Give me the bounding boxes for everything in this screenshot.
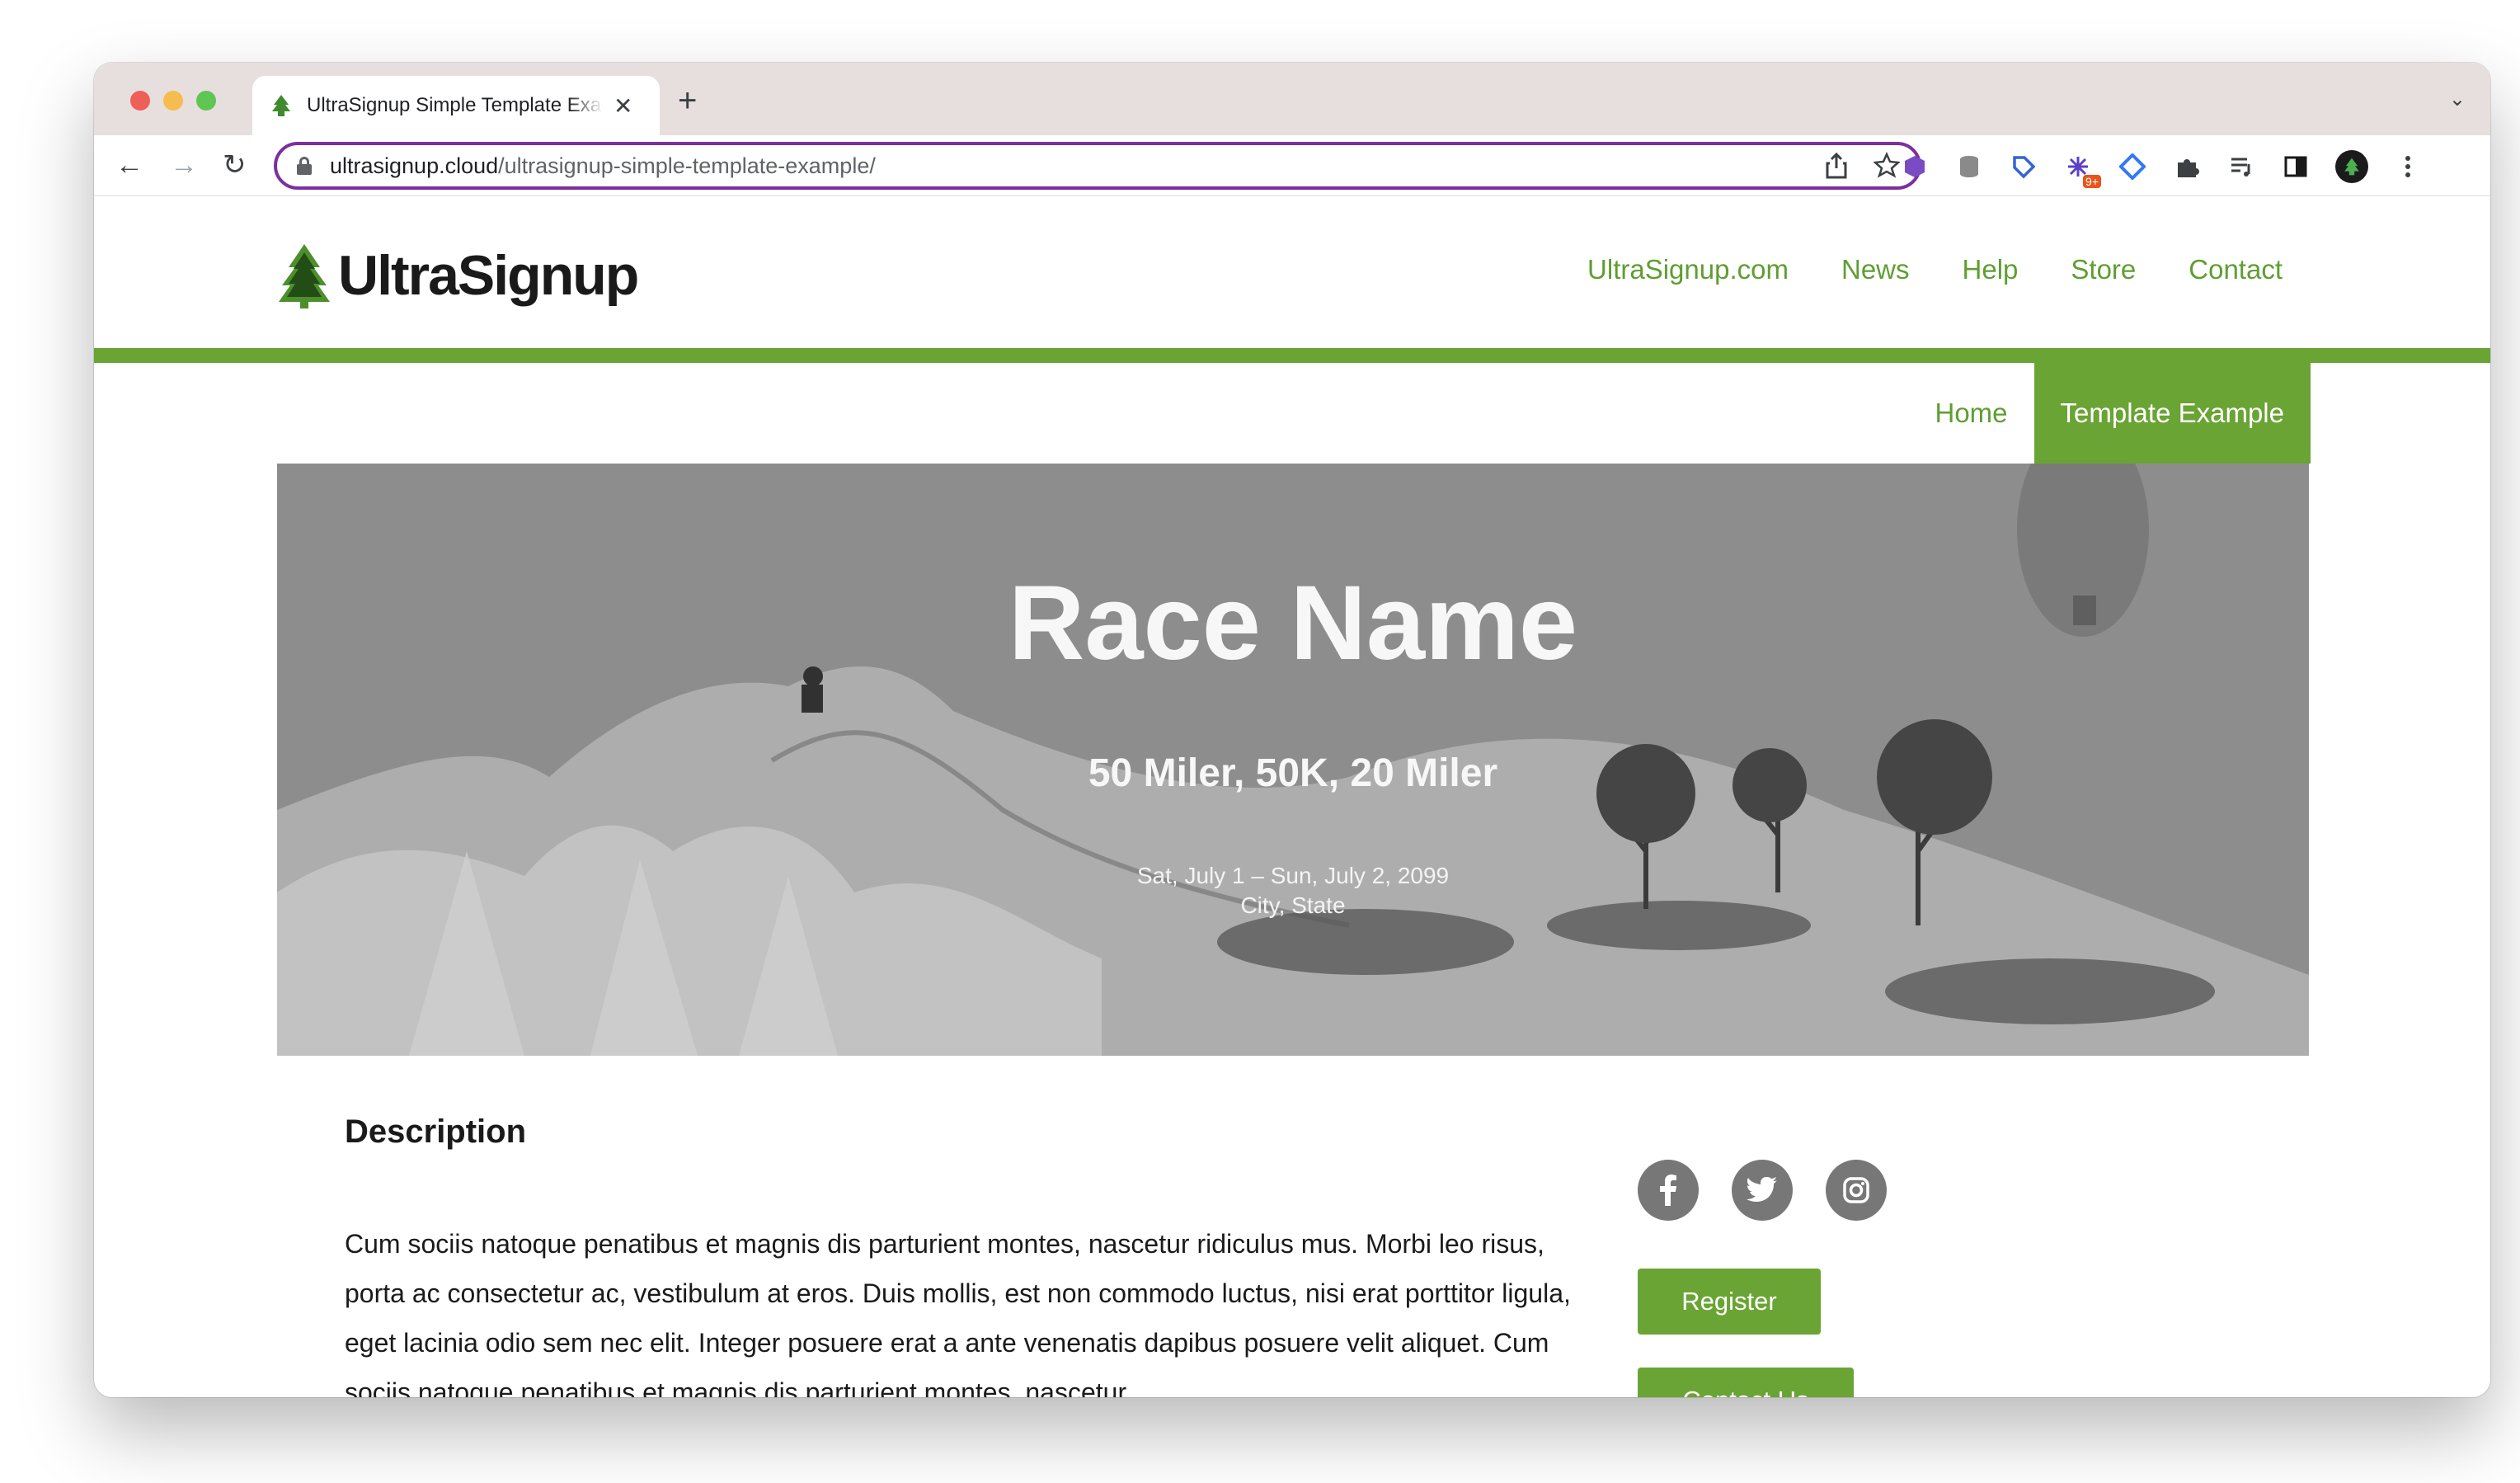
register-button[interactable]: Register <box>1638 1269 1821 1335</box>
twitter-icon[interactable] <box>1732 1160 1793 1221</box>
new-tab-button[interactable]: + <box>678 84 697 117</box>
extensions-row: 9+ <box>1900 150 2423 188</box>
race-name-title: Race Name <box>1008 564 1578 682</box>
puzzle-extensions-icon[interactable] <box>2172 152 2202 181</box>
extension-badge: 9+ <box>2083 175 2101 188</box>
race-dates: Sat, July 1 – Sun, July 2, 2099 <box>1136 863 1450 888</box>
tab-search-icon[interactable]: ⌄ <box>2449 87 2466 111</box>
hero-banner: Race Name 50 Miler, 50K, 20 Miler Sat, J… <box>277 464 2309 1056</box>
cube-extension-icon[interactable] <box>1900 152 1930 181</box>
tree-logo-icon <box>279 244 330 308</box>
close-tab-icon[interactable]: ✕ <box>614 92 632 120</box>
tag-extension-icon[interactable] <box>2009 152 2038 181</box>
reload-button[interactable]: ↻ <box>223 148 247 181</box>
header-divider-bar <box>94 348 2490 363</box>
diamond-extension-icon[interactable] <box>2118 152 2147 181</box>
database-extension-icon[interactable] <box>1954 152 1984 181</box>
nav-store-link[interactable]: Store <box>2071 254 2136 285</box>
url-domain: ultrasignup.cloud <box>330 153 499 178</box>
reading-list-icon[interactable] <box>2226 152 2256 181</box>
tab-title: UltraSignup Simple Template Example <box>307 94 604 116</box>
tab-strip: UltraSignup Simple Template Example ✕ + … <box>94 63 2490 135</box>
address-bar[interactable]: ultrasignup.cloud/ultrasignup-simple-tem… <box>274 142 1921 190</box>
minimize-window-button[interactable] <box>163 91 183 111</box>
share-icon[interactable] <box>1824 152 1849 180</box>
subnav-home-link[interactable]: Home <box>1909 363 2034 464</box>
close-window-button[interactable] <box>130 91 150 111</box>
maximize-window-button[interactable] <box>196 91 216 111</box>
contact-us-button[interactable]: Contact Us <box>1638 1368 1854 1397</box>
more-menu-icon[interactable] <box>2393 152 2423 181</box>
bookmark-star-icon[interactable] <box>1874 152 1900 178</box>
active-tab[interactable]: UltraSignup Simple Template Example ✕ <box>252 76 660 135</box>
description-heading: Description <box>345 1113 527 1150</box>
ultrasignup-favicon-icon <box>272 95 290 116</box>
browser-window: UltraSignup Simple Template Example ✕ + … <box>94 63 2490 1397</box>
back-button[interactable]: ← <box>115 148 143 181</box>
url-text: ultrasignup.cloud/ultrasignup-simple-tem… <box>330 153 876 179</box>
nav-contact-link[interactable]: Contact <box>2189 254 2283 285</box>
instagram-icon[interactable] <box>1826 1160 1887 1221</box>
web-page: UltraSignup UltraSignup.com News Help St… <box>94 196 2490 1397</box>
asterisk-extension-icon[interactable]: 9+ <box>2063 152 2101 188</box>
nav-help-link[interactable]: Help <box>1963 254 2019 285</box>
forward-button[interactable]: → <box>170 148 198 181</box>
facebook-icon[interactable] <box>1638 1160 1699 1221</box>
browser-toolbar: ← → ↻ ultrasignup.cloud/ultrasignup-simp… <box>94 135 2490 196</box>
subnav-template-example-link[interactable]: Template Example <box>2033 363 2311 464</box>
site-header: UltraSignup UltraSignup.com News Help St… <box>94 196 2490 348</box>
lock-icon[interactable] <box>297 157 312 175</box>
profile-avatar[interactable] <box>2335 150 2368 183</box>
social-links <box>1638 1160 1887 1221</box>
url-path: /ultrasignup-simple-template-example/ <box>498 153 876 178</box>
nav-news-link[interactable]: News <box>1841 254 1910 285</box>
logo-text: UltraSignup <box>338 244 639 307</box>
race-distances: 50 Miler, 50K, 20 Miler <box>1088 751 1498 795</box>
side-panel-icon[interactable] <box>2281 152 2311 181</box>
site-logo[interactable]: UltraSignup <box>277 242 639 308</box>
nav-ultrasignup-link[interactable]: UltraSignup.com <box>1587 254 1789 285</box>
race-location: City, State <box>1240 892 1346 918</box>
sub-nav: Home Template Example <box>1909 363 2311 464</box>
main-nav: UltraSignup.com News Help Store Contact <box>1587 254 2283 285</box>
description-text: Cum sociis natoque penatibus et magnis d… <box>345 1229 1571 1397</box>
